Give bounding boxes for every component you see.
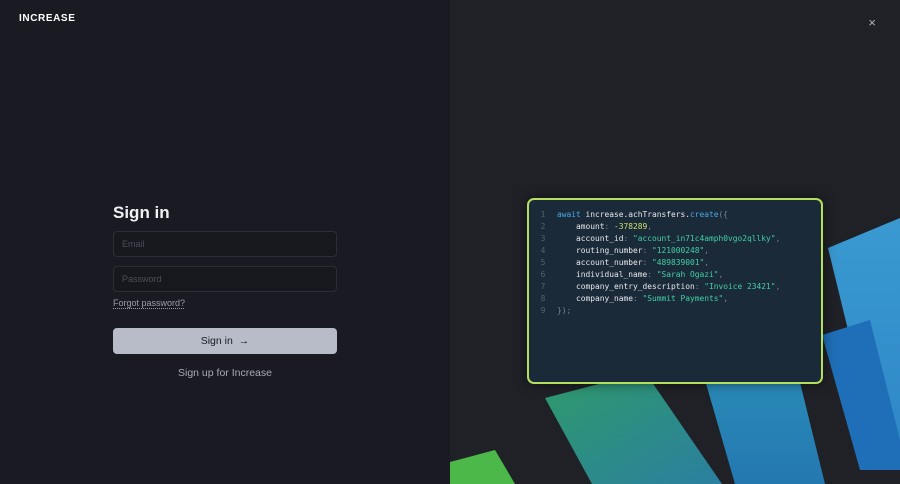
code-value: -378289 — [614, 222, 648, 231]
sign-in-button[interactable]: Sign in → — [113, 328, 337, 354]
code-value: "121000248" — [652, 246, 705, 255]
code-key: individual_name — [557, 270, 648, 279]
line-number: 6 — [540, 270, 546, 279]
forgot-password-link[interactable]: Forgot password? — [113, 298, 185, 308]
code-value: "account_in71c4amph0vgo2qllky" — [633, 234, 776, 243]
line-number: 2 — [540, 222, 546, 231]
code-value: "Summit Payments" — [642, 294, 724, 303]
page-title: Sign in — [113, 203, 170, 222]
line-number: 9 — [540, 306, 546, 315]
sign-in-label: Sign in — [200, 335, 233, 347]
code-line: 4 routing_number: "121000248", — [529, 245, 821, 257]
code-key: account_number — [557, 258, 643, 267]
line-number: 1 — [540, 210, 546, 219]
code-line: 7 company_entry_description: "Invoice 23… — [529, 281, 821, 293]
shape-green-corner — [450, 450, 515, 484]
code-line: 1 await increase.achTransfers. create({ — [529, 209, 821, 221]
sign-up-link[interactable]: Sign up for Increase — [113, 367, 337, 379]
code-value: "Invoice 23421" — [704, 282, 776, 291]
shape-green-band — [545, 372, 722, 484]
code-sample: 1 await increase.achTransfers. create({ 2 a… — [527, 198, 823, 384]
code-line: 5 account_number: "489839001", — [529, 257, 821, 269]
code-method: create — [690, 210, 719, 219]
line-number: 8 — [540, 294, 546, 303]
arrow-right-icon: → — [238, 335, 250, 347]
code-line: 6 individual_name: "Sarah Ogazi", — [529, 269, 821, 281]
code-key: company_entry_description — [557, 282, 695, 291]
illustration-panel: × 1 await increase.achTransfers. create({ 2… — [450, 0, 900, 484]
code-end: }); — [557, 306, 572, 315]
line-number: 7 — [540, 282, 546, 291]
code-punct: ({ — [718, 210, 729, 219]
line-number: 4 — [540, 246, 546, 255]
code-line: 8 company_name: "Summit Payments", — [529, 293, 821, 305]
code-key: routing_number — [557, 246, 643, 255]
email-input[interactable] — [113, 231, 337, 257]
code-key: amount — [557, 222, 605, 231]
code-line: 9}); — [529, 305, 821, 317]
code-keyword: await — [557, 210, 586, 219]
code-line: 2 amount: -378289, — [529, 221, 821, 233]
code-key: company_name — [557, 294, 634, 303]
code-line: 3 account_id: "account_in71c4amph0vgo2ql… — [529, 233, 821, 245]
close-icon[interactable]: × — [868, 15, 876, 30]
password-input[interactable] — [113, 266, 337, 292]
line-number: 3 — [540, 234, 546, 243]
code-value: "Sarah Ogazi" — [656, 270, 719, 279]
code-key: account_id — [557, 234, 624, 243]
sign-in-panel: INCREASE Sign in Forgot password? Sign i… — [0, 0, 450, 484]
code-object: increase.achTransfers. — [585, 210, 691, 219]
increase-logo[interactable]: INCREASE — [19, 13, 75, 24]
line-number: 5 — [540, 258, 546, 267]
code-value: "489839001" — [652, 258, 705, 267]
